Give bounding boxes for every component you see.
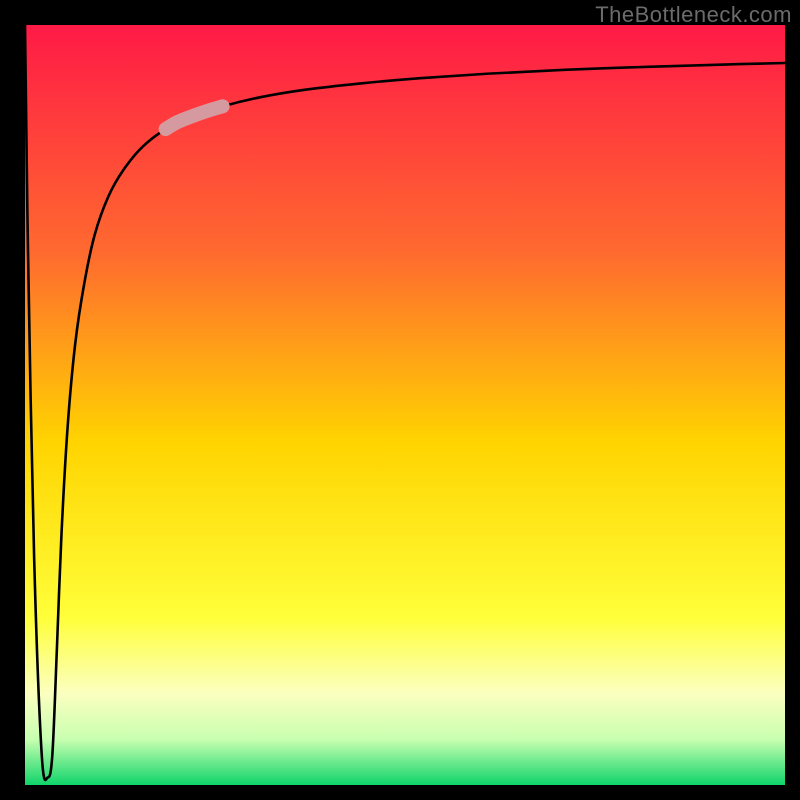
gradient-background (25, 25, 785, 785)
plot-area (25, 25, 785, 785)
chart-svg (25, 25, 785, 785)
chart-frame: TheBottleneck.com (0, 0, 800, 800)
watermark-label: TheBottleneck.com (595, 2, 792, 28)
